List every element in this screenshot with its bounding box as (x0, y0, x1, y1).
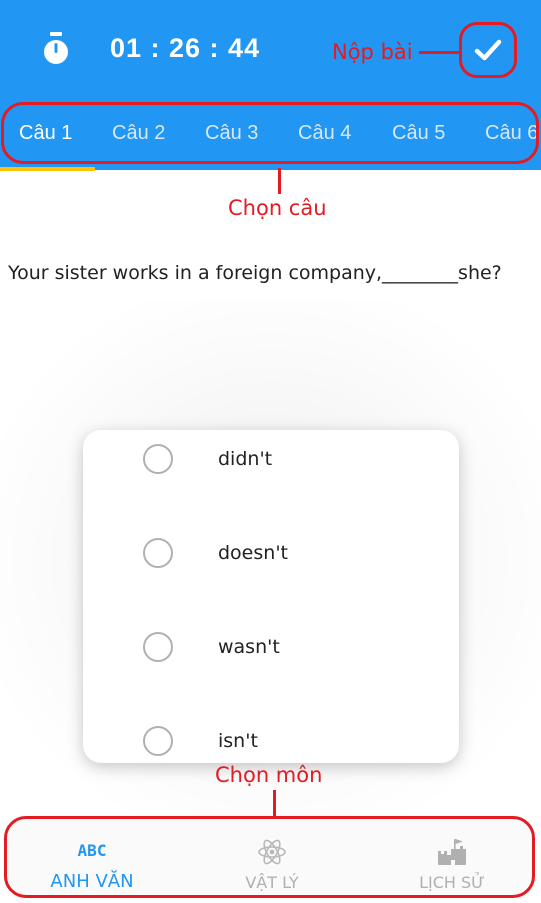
question-tabs: Câu 1 Câu 2 Câu 3 Câu 4 Câu 5 Câu 6 (1, 102, 539, 164)
tabs-annotation: Chọn câu (228, 196, 327, 220)
castle-icon (438, 839, 466, 865)
option-label: doesn't (218, 542, 288, 564)
atom-icon (258, 839, 286, 865)
nav-item-vat-ly[interactable]: VẬT LÝ (187, 819, 357, 895)
answer-option[interactable]: wasn't (83, 618, 459, 678)
tabs-annotation-line (278, 168, 281, 194)
radio-button[interactable] (143, 444, 173, 474)
tab-indicator (0, 167, 95, 171)
answer-option[interactable]: doesn't (83, 524, 459, 584)
tab-cau-6[interactable]: Câu 6 (485, 122, 536, 145)
option-label: wasn't (218, 636, 280, 658)
submit-annotation-line (419, 51, 461, 54)
tab-cau-2[interactable]: Câu 2 (112, 122, 165, 145)
option-label: isn't (218, 730, 258, 752)
nav-label: VẬT LÝ (245, 873, 299, 892)
radio-button[interactable] (143, 538, 173, 568)
tab-cau-5[interactable]: Câu 5 (392, 122, 445, 145)
app-header: 01 : 26 : 44 Nộp bài Câu 1 Câu 2 Câu 3 C… (0, 0, 541, 171)
radio-button[interactable] (143, 726, 173, 756)
tab-cau-1[interactable]: Câu 1 (19, 122, 72, 145)
question-text: Your sister works in a foreign company,_… (8, 262, 502, 284)
nav-item-lich-su[interactable]: LỊCH SỬ (367, 819, 537, 895)
tab-cau-3[interactable]: Câu 3 (205, 122, 258, 145)
answer-option[interactable]: isn't (83, 712, 459, 763)
countdown-timer: 01 : 26 : 44 (110, 33, 261, 63)
nav-item-anh-van[interactable]: ABC ANH VĂN (7, 819, 177, 895)
check-icon (474, 39, 502, 61)
subject-nav: ABC ANH VĂN VẬT LÝ LỊCH SỬ (4, 816, 535, 898)
nav-label: ANH VĂN (50, 871, 134, 892)
tab-cau-4[interactable]: Câu 4 (298, 122, 351, 145)
abc-icon: ABC (77, 841, 107, 860)
answer-option[interactable]: didn't (83, 430, 459, 490)
subjects-annotation: Chọn môn (215, 763, 323, 787)
nav-label: LỊCH SỬ (419, 873, 485, 892)
option-label: didn't (218, 448, 273, 470)
submit-button[interactable] (459, 22, 517, 78)
subjects-annotation-line (273, 790, 276, 818)
radio-button[interactable] (143, 632, 173, 662)
answer-card: didn't doesn't wasn't isn't (83, 430, 459, 763)
submit-annotation: Nộp bài (332, 40, 413, 64)
stopwatch-icon (44, 32, 68, 64)
